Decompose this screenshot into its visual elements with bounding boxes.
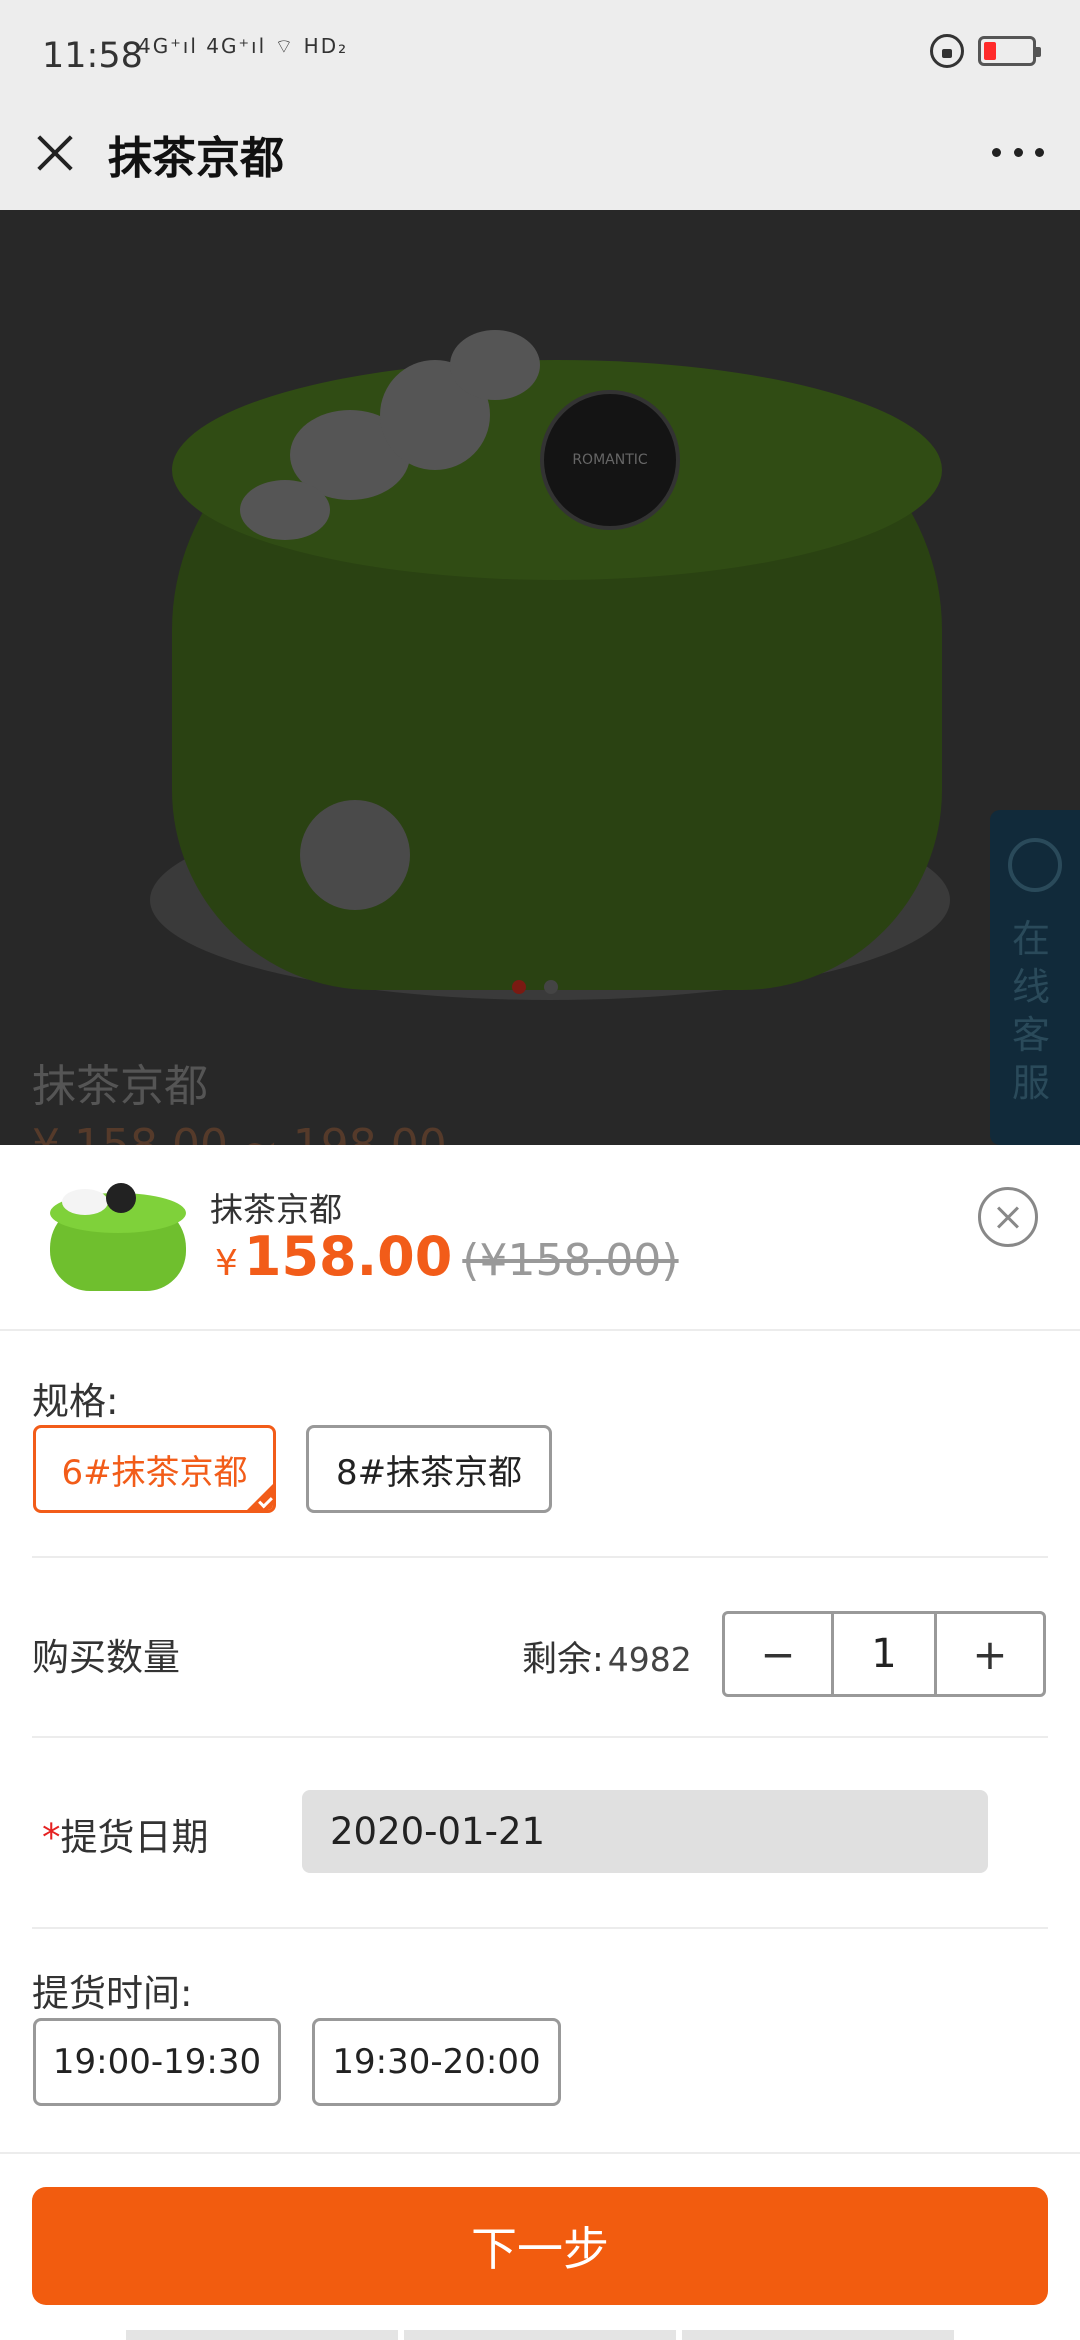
hero-price-range: ¥ 158.00 ~ 198.00 <box>32 1120 447 1145</box>
battery-level <box>984 42 996 60</box>
spec-option-6[interactable]: 6#抹茶京都 <box>33 1425 276 1513</box>
current-price: 158.00 <box>243 1225 453 1288</box>
cake-logo: ROMANTIC <box>540 390 680 530</box>
original-price: (¥158.00) <box>462 1235 679 1286</box>
battery-icon <box>978 36 1041 66</box>
divider <box>32 1736 1048 1738</box>
divider <box>32 1927 1048 1929</box>
daisy-decoration <box>300 800 410 910</box>
status-right <box>930 34 1041 68</box>
sheet-close-icon[interactable] <box>978 1187 1038 1247</box>
carousel-dot-active[interactable] <box>512 980 526 994</box>
signal-icons: 4G⁺ıl 4G⁺ıl ⌔ HD₂ <box>138 34 349 58</box>
close-icon[interactable] <box>32 130 78 176</box>
increase-button[interactable]: + <box>937 1614 1043 1694</box>
more-icon[interactable] <box>992 132 1044 172</box>
next-step-button[interactable]: 下一步 <box>32 2187 1048 2305</box>
product-image-area: ROMANTIC 抹茶京都 ¥ 158.00 ~ 198.00 在线客服 <box>0 210 1080 1145</box>
quantity-label: 购买数量 <box>32 1636 180 1679</box>
carousel-dot[interactable] <box>544 980 558 994</box>
page-title: 抹茶京都 <box>108 133 284 184</box>
carousel-dots[interactable] <box>512 980 558 994</box>
time-slot-2[interactable]: 19:30-20:00 <box>312 2018 561 2106</box>
divider <box>0 2152 1080 2154</box>
online-service-label: 在线客服 <box>1012 917 1051 1105</box>
spec-label: 规格: <box>32 1380 119 1423</box>
pickup-date-field[interactable]: 2020-01-21 <box>302 1790 988 1873</box>
divider <box>0 1329 1080 1331</box>
check-icon <box>245 1482 273 1510</box>
customer-service-icon <box>1008 838 1062 892</box>
online-service-tab[interactable]: 在线客服 <box>990 810 1080 1145</box>
bottom-nav-hint <box>126 2330 954 2340</box>
hero-product-title: 抹茶京都 <box>32 1061 208 1112</box>
product-name: 抹茶京都 <box>210 1190 342 1229</box>
pickup-date-label: *提货日期 <box>42 1816 209 1859</box>
quantity-input[interactable]: 1 <box>830 1614 938 1694</box>
required-mark: * <box>42 1816 61 1859</box>
spec-option-8[interactable]: 8#抹茶京都 <box>306 1425 552 1513</box>
rotation-lock-icon <box>930 34 964 68</box>
quantity-stepper[interactable]: − 1 + <box>722 1611 1046 1697</box>
title-bar: 抹茶京都 <box>0 110 1080 210</box>
status-time: 11:58 <box>42 36 143 76</box>
divider <box>32 1556 1048 1558</box>
decrease-button[interactable]: − <box>725 1614 831 1694</box>
currency-symbol: ¥ <box>215 1243 238 1284</box>
cake-flowers <box>230 300 570 540</box>
price-row: ¥ 158.00 (¥158.00) <box>215 1225 679 1288</box>
product-thumbnail <box>32 1175 204 1303</box>
remaining-stock: 剩余: 4982 <box>522 1640 692 1680</box>
pickup-time-label: 提货时间: <box>32 1972 193 2015</box>
status-bar: 11:58 4G⁺ıl 4G⁺ıl ⌔ HD₂ <box>0 0 1080 110</box>
spec-selection-sheet: 抹茶京都 ¥ 158.00 (¥158.00) 规格: 6#抹茶京都 8#抹茶京… <box>0 1145 1080 2340</box>
time-slot-1[interactable]: 19:00-19:30 <box>33 2018 281 2106</box>
